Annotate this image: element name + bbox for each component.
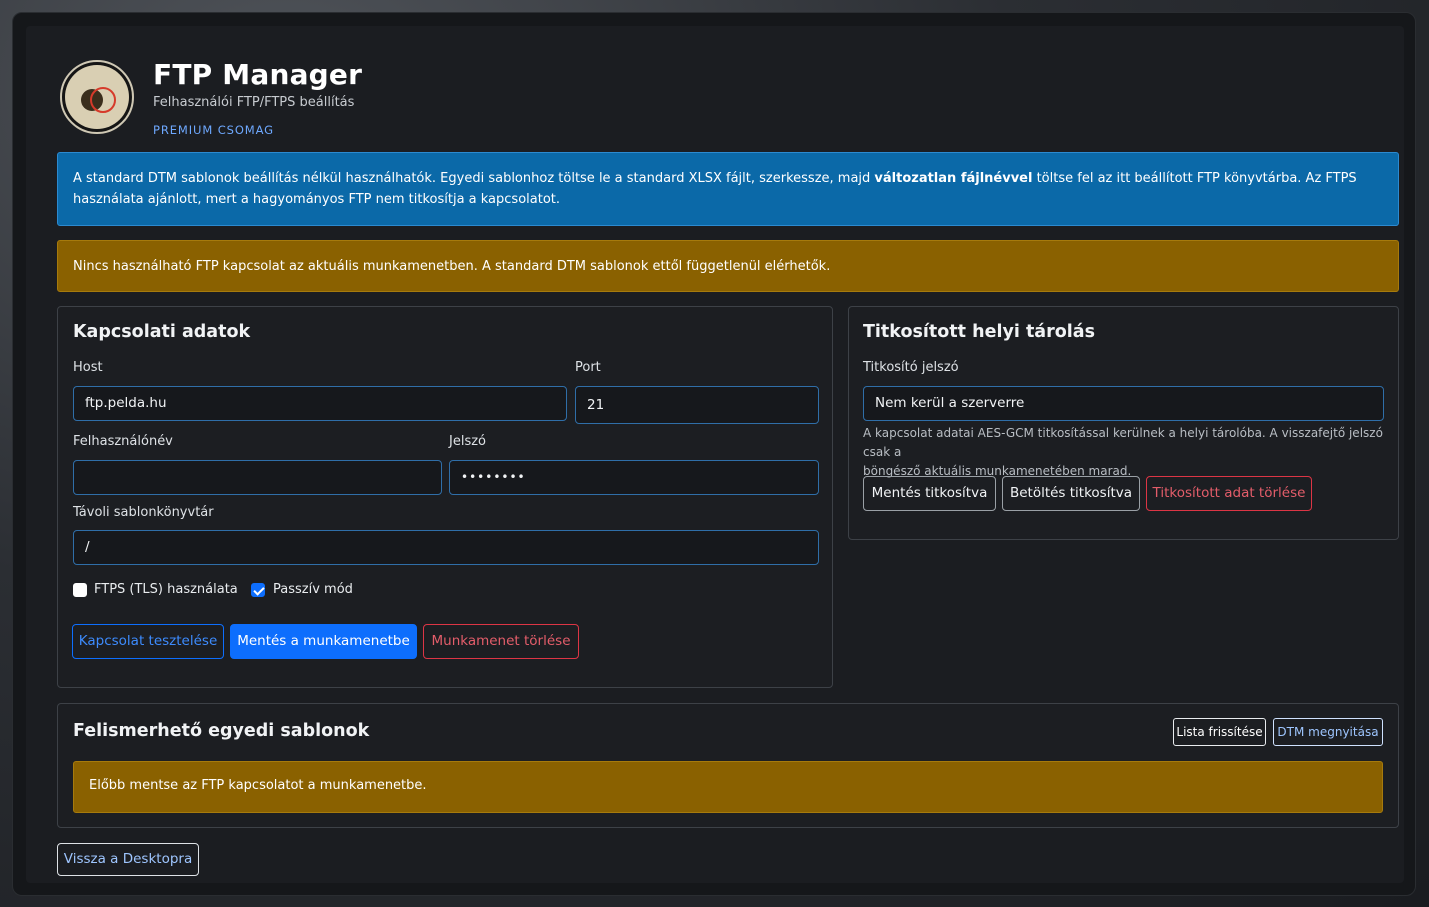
templates-card: Felismerhető egyedi sablonok Lista friss… [57, 703, 1399, 828]
info-alert-bold: változatlan fájlnévvel [874, 171, 1033, 186]
logo-disc [65, 65, 129, 129]
info-alert-text-1: A standard DTM sablonok beállítás nélkül… [73, 171, 875, 186]
ftps-checkbox[interactable] [73, 583, 87, 597]
username-input[interactable] [73, 460, 442, 495]
app-logo [60, 60, 134, 134]
encryption-help-line-1: A kapcsolat adatai AES-GCM titkosítással… [863, 426, 1383, 459]
page-subtitle: Felhasználói FTP/FTPS beállítás [153, 95, 355, 110]
remote-dir-label: Távoli sablonkönyvtár [73, 505, 214, 520]
save-session-button[interactable]: Mentés a munkamenetbe [230, 624, 417, 659]
save-encrypted-button[interactable]: Mentés titkosítva [863, 476, 996, 511]
remote-dir-input[interactable]: / [73, 530, 819, 565]
encryption-help-text: A kapcsolat adatai AES-GCM titkosítással… [863, 424, 1388, 481]
host-input[interactable]: ftp.pelda.hu [73, 386, 567, 421]
app-panel: FTP Manager Felhasználói FTP/FTPS beállí… [26, 26, 1404, 883]
refresh-list-button[interactable]: Lista frissítése [1173, 718, 1266, 746]
plan-badge: PREMIUM CSOMAG [153, 123, 274, 137]
port-input[interactable]: 21 [575, 386, 819, 424]
templates-notice: Előbb mentse az FTP kapcsolatot a munkam… [73, 761, 1383, 813]
encrypted-card-title: Titkosított helyi tárolás [863, 322, 1095, 342]
load-encrypted-button[interactable]: Betöltés titkosítva [1002, 476, 1140, 511]
ftps-checkbox-label[interactable]: FTPS (TLS) használata [94, 582, 238, 597]
clear-session-button[interactable]: Munkamenet törlése [423, 624, 579, 659]
encryption-password-input[interactable]: Nem kerül a szerverre [863, 386, 1384, 421]
test-connection-button[interactable]: Kapcsolat tesztelése [72, 624, 224, 659]
passive-checkbox[interactable] [251, 583, 265, 597]
back-to-desktop-button[interactable]: Vissza a Desktopra [57, 843, 199, 876]
delete-encrypted-button[interactable]: Titkosított adat törlése [1146, 476, 1312, 511]
connection-card-title: Kapcsolati adatok [73, 322, 251, 342]
port-label: Port [575, 360, 601, 375]
encrypted-storage-card: Titkosított helyi tárolás Titkosító jels… [848, 306, 1399, 540]
password-label: Jelszó [449, 434, 486, 449]
connection-card: Kapcsolati adatok Host ftp.pelda.hu Port… [57, 306, 833, 688]
warning-alert: Nincs használható FTP kapcsolat az aktuá… [57, 240, 1399, 292]
username-label: Felhasználónév [73, 434, 173, 449]
templates-notice-text: Előbb mentse az FTP kapcsolatot a munkam… [89, 778, 427, 793]
logo-red-ring [90, 87, 116, 113]
page-title: FTP Manager [153, 58, 363, 91]
password-input[interactable]: •••••••• [449, 460, 819, 495]
app-window: FTP Manager Felhasználói FTP/FTPS beállí… [12, 12, 1416, 896]
open-dtm-button[interactable]: DTM megnyitása [1273, 718, 1383, 746]
passive-checkbox-label[interactable]: Passzív mód [273, 582, 353, 597]
info-alert: A standard DTM sablonok beállítás nélkül… [57, 152, 1399, 226]
templates-card-title: Felismerhető egyedi sablonok [73, 721, 370, 741]
encryption-password-label: Titkosító jelszó [863, 360, 959, 375]
host-label: Host [73, 360, 103, 375]
warning-alert-text: Nincs használható FTP kapcsolat az aktuá… [73, 259, 831, 274]
